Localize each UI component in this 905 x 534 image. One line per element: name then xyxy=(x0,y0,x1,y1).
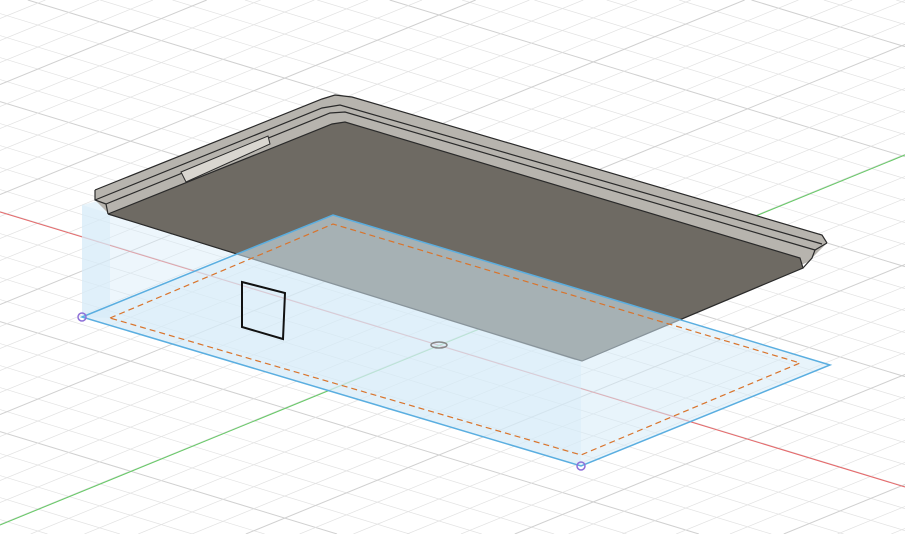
grid-line xyxy=(729,462,905,534)
grid-line xyxy=(837,506,905,534)
grid-line xyxy=(534,0,905,113)
grid-line xyxy=(0,0,46,19)
grid-line xyxy=(0,0,207,86)
grid-line xyxy=(0,0,315,129)
3d-viewport[interactable] xyxy=(0,0,905,534)
grid-line xyxy=(606,0,905,91)
grid-line xyxy=(0,431,338,534)
grid-line xyxy=(783,483,905,534)
grid-line xyxy=(0,453,265,534)
grid-line xyxy=(0,497,121,534)
grid-line xyxy=(0,0,261,107)
grid-line xyxy=(0,409,410,534)
grid-line xyxy=(0,0,100,41)
grid-line xyxy=(751,0,905,48)
grid-line xyxy=(461,0,905,135)
grid-line xyxy=(823,0,905,25)
grid-line xyxy=(0,475,193,534)
grid-line xyxy=(891,528,905,534)
canvas[interactable] xyxy=(0,0,905,534)
